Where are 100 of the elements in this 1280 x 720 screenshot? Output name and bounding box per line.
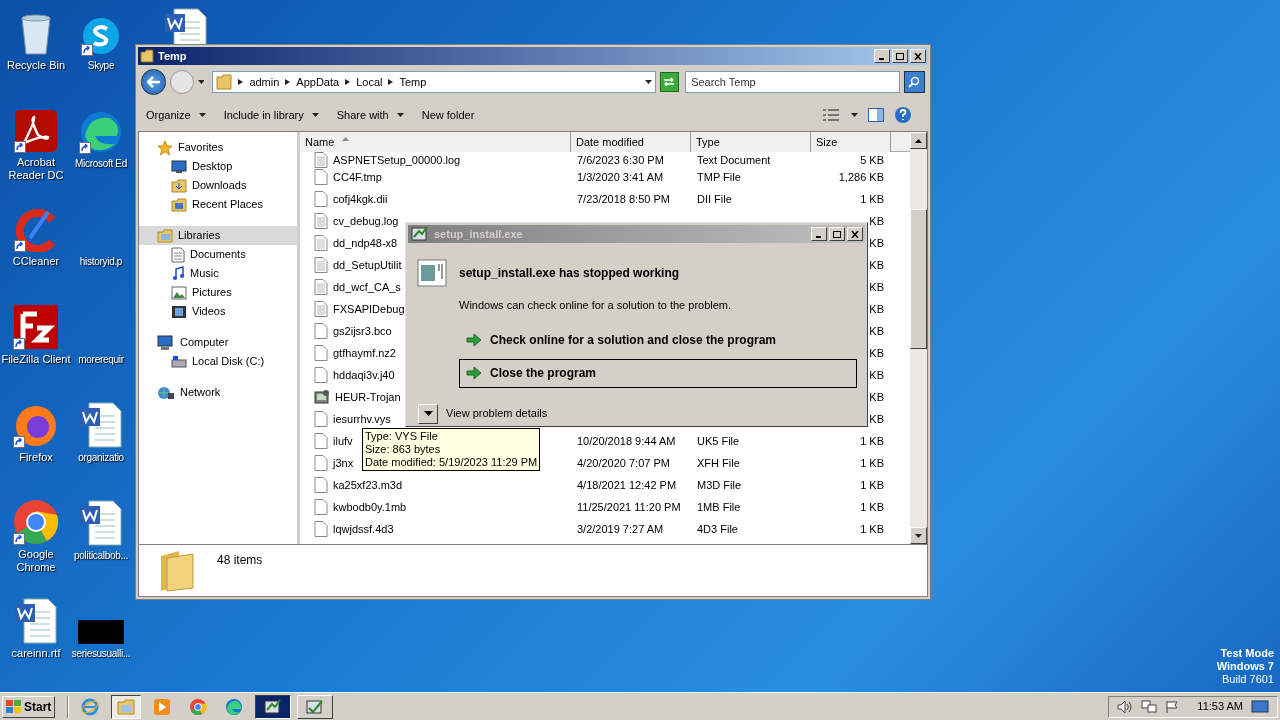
breadcrumb-item[interactable]: AppData — [296, 73, 340, 91]
nav-item[interactable]: Downloads — [139, 176, 297, 195]
file-name[interactable]: CC4F.tmp — [333, 168, 382, 186]
option-button[interactable]: Close the program — [459, 358, 857, 388]
toolbar-button[interactable]: Organize — [146, 106, 206, 124]
nav-item[interactable]: Recent Places — [139, 195, 297, 214]
nav-item[interactable]: Computer — [139, 333, 297, 352]
breadcrumb-item[interactable]: admin — [249, 73, 280, 91]
desktop-icon-label[interactable]: Acrobat Reader DC — [0, 156, 72, 182]
nav-item[interactable]: Pictures — [139, 283, 297, 302]
file-icon — [314, 323, 328, 339]
breadcrumb-caret-icon — [238, 79, 244, 85]
file-icon — [314, 499, 328, 515]
file-icon — [314, 521, 328, 537]
disk-drive-icon — [171, 354, 187, 369]
toolbar-button[interactable]: New folder — [421, 106, 475, 124]
desktop-icon-label[interactable]: Skype — [87, 59, 115, 72]
maximize-button[interactable] — [892, 49, 908, 63]
file-name[interactable]: HEUR-Trojan — [335, 388, 401, 406]
desktop-icon-label[interactable]: seriesusualli... — [71, 647, 131, 660]
file-size: KB — [869, 213, 884, 229]
file-name[interactable]: j3nx — [333, 454, 354, 472]
file-name[interactable]: gs2ijsr3.bco — [333, 322, 392, 340]
option-button[interactable]: Check online for a solution and close the program — [459, 325, 857, 355]
scrollbar[interactable] — [910, 132, 927, 544]
minimize-button[interactable] — [811, 227, 827, 241]
file-name[interactable]: kwbodb0y.1mb — [333, 498, 407, 516]
desktop-icon-label[interactable]: Google Chrome — [0, 548, 72, 574]
file-name[interactable]: dd_ndp48-x8 — [333, 234, 398, 252]
file-name[interactable]: FXSAPIDebug — [333, 300, 405, 318]
flag-icon — [1165, 699, 1180, 714]
search-button[interactable] — [903, 71, 925, 93]
file-name[interactable]: hddaqi3v.j40 — [333, 366, 395, 384]
expand-icon — [423, 411, 433, 416]
expand-button[interactable] — [418, 403, 438, 424]
desktop-icon-label[interactable]: Microsoft Ed — [75, 157, 127, 170]
breadcrumb-item[interactable]: Local — [356, 73, 383, 91]
maximize-button[interactable] — [829, 227, 845, 241]
minimize-button[interactable] — [874, 49, 890, 63]
nav-item[interactable]: Libraries — [139, 226, 297, 245]
file-name[interactable]: dd_SetupUtilit — [333, 256, 402, 274]
column-header[interactable]: Date modified — [571, 132, 691, 152]
file-size: KB — [869, 279, 884, 295]
toolbar-button[interactable]: Share with — [336, 106, 404, 124]
file-size: 1 KB — [860, 521, 884, 537]
file-name[interactable]: cofj4kgk.dii — [333, 190, 388, 208]
file-name[interactable]: ASPNETSetup_00000.log — [333, 152, 461, 169]
back-button[interactable] — [141, 69, 167, 95]
clock[interactable]: 11:53 AM — [1197, 698, 1243, 715]
close-button[interactable] — [847, 227, 863, 241]
view-options-button[interactable] — [823, 109, 858, 121]
desktop-icon-label[interactable]: Firefox — [19, 451, 53, 464]
desktop-icon-label[interactable]: careinn.rtf — [11, 647, 61, 660]
file-type: 1MB File — [697, 500, 741, 513]
refresh-button[interactable] — [659, 72, 680, 92]
nav-item[interactable]: Local Disk (C:) — [139, 352, 297, 371]
nav-item[interactable]: Desktop — [139, 157, 297, 176]
column-header[interactable]: Size — [811, 132, 891, 152]
file-name[interactable]: gtfhaymf.nz2 — [333, 344, 396, 362]
desktop-icon-label[interactable]: Recycle Bin — [6, 59, 66, 72]
file-date: 3/2/2019 7:27 AM — [577, 522, 664, 535]
column-header[interactable]: Type — [691, 132, 811, 152]
file-name[interactable]: cv_debug.log — [333, 212, 399, 230]
file-icon — [314, 345, 328, 361]
close-icon — [851, 230, 859, 238]
pictures-icon — [171, 285, 187, 300]
search-field[interactable]: Search Temp — [685, 71, 900, 93]
taskbar-button[interactable] — [111, 694, 142, 719]
preview-pane-button[interactable] — [868, 108, 884, 122]
close-button[interactable] — [910, 49, 926, 63]
list-view-icon — [823, 109, 839, 121]
desktop-icon-label[interactable]: politicalbob... — [74, 549, 128, 562]
file-name[interactable]: iesurrhv.vys — [333, 410, 391, 428]
file-date: 4/18/2021 12:42 PM — [577, 478, 677, 491]
nav-item[interactable]: Network — [139, 383, 297, 402]
column-header[interactable]: Name — [300, 132, 571, 152]
desktop-icon-label[interactable]: morerequir — [78, 353, 124, 366]
address-bar[interactable]: admin AppData Local Temp — [212, 71, 656, 93]
nav-item[interactable]: Favorites — [139, 138, 297, 157]
file-size: KB — [869, 257, 884, 273]
start-button[interactable]: Start — [2, 695, 56, 718]
nav-item[interactable]: Music — [139, 264, 297, 283]
toolbar-button[interactable]: Include in library — [223, 106, 319, 124]
nav-item[interactable]: Videos — [139, 302, 297, 321]
desktop-icon-label[interactable]: FileZilla Client — [1, 353, 71, 366]
desktop-icon-label[interactable]: organizatio — [78, 451, 124, 464]
file-date: 11/25/2021 11:20 PM — [577, 500, 681, 513]
file-name[interactable]: dd_wcf_CA_s — [333, 278, 401, 296]
help-button[interactable] — [894, 106, 912, 124]
desktop-icon-label[interactable]: historyid.p — [79, 255, 123, 268]
desktop-icon-label[interactable]: CCleaner — [12, 255, 60, 268]
file-name[interactable]: ilufv — [333, 432, 353, 450]
file-icon — [314, 367, 328, 383]
nav-item[interactable]: Documents — [139, 245, 297, 264]
file-name[interactable]: ka25xf23.m3d — [333, 476, 403, 494]
taskbar-button[interactable] — [255, 694, 292, 719]
arrow-icon — [466, 333, 482, 347]
file-name[interactable]: lqwjdssf.4d3 — [333, 520, 394, 538]
breadcrumb-item[interactable]: Temp — [399, 73, 427, 91]
show-desktop-icon[interactable] — [1251, 699, 1269, 714]
